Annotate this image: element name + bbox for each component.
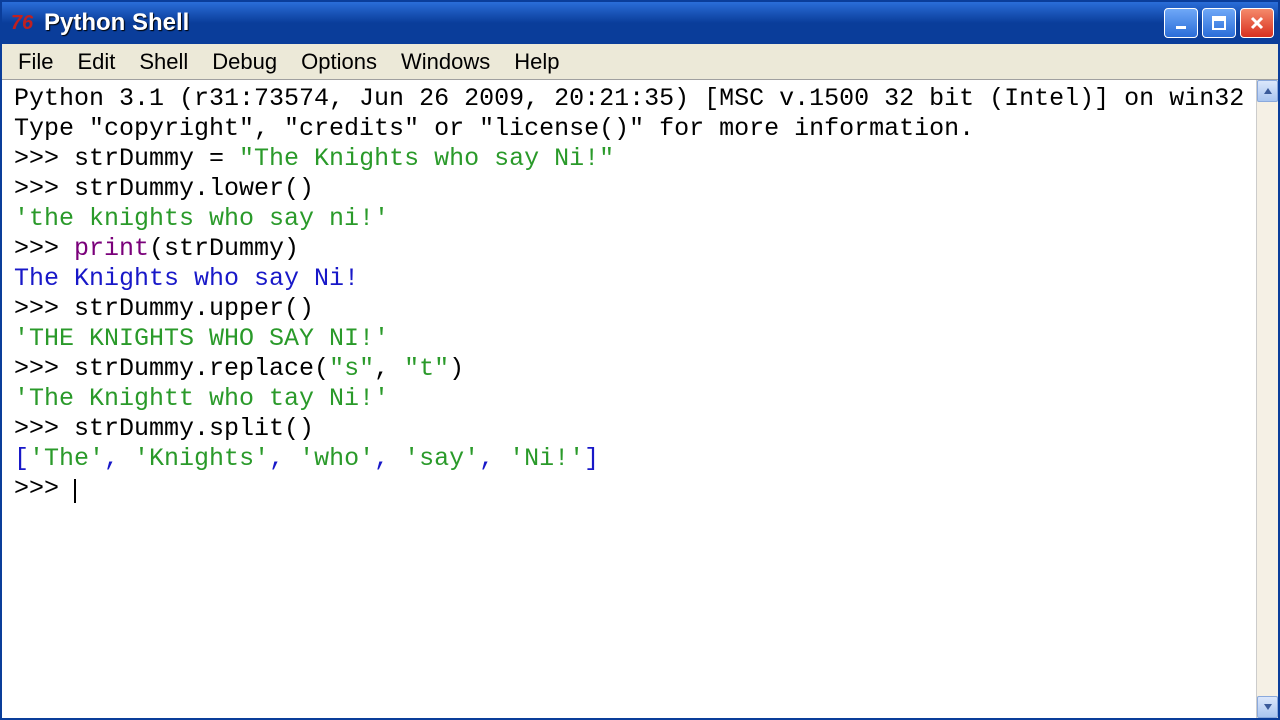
menubar: File Edit Shell Debug Options Windows He…	[2, 44, 1278, 80]
output-print: The Knights who say Ni!	[14, 264, 359, 293]
content-area: Python 3.1 (r31:73574, Jun 26 2009, 20:2…	[2, 80, 1278, 718]
string-literal: "The Knights who say Ni!"	[239, 144, 614, 173]
close-button[interactable]	[1240, 8, 1274, 38]
menu-file[interactable]: File	[6, 45, 65, 79]
output-replace: 'The Knightt who tay Ni!'	[14, 384, 389, 413]
input-replace-pre: strDummy.replace(	[74, 354, 329, 383]
python-shell-window: 76 Python Shell File Edit Shell Debug Op…	[0, 0, 1280, 720]
menu-debug[interactable]: Debug	[200, 45, 289, 79]
prompt: >>>	[14, 474, 74, 503]
window-title: Python Shell	[44, 9, 1164, 37]
prompt: >>>	[14, 234, 74, 263]
maximize-button[interactable]	[1202, 8, 1236, 38]
string-literal: "t"	[404, 354, 449, 383]
prompt: >>>	[14, 144, 74, 173]
scroll-track[interactable]	[1257, 102, 1278, 696]
shell-text[interactable]: Python 3.1 (r31:73574, Jun 26 2009, 20:2…	[2, 80, 1256, 718]
minimize-button[interactable]	[1164, 8, 1198, 38]
input-lower: strDummy.lower()	[74, 174, 314, 203]
paren-close: )	[449, 354, 464, 383]
banner-line1: Python 3.1 (r31:73574, Jun 26 2009, 20:2…	[14, 84, 1244, 113]
output-split: ['The', 'Knights', 'who', 'say', 'Ni!']	[14, 444, 599, 473]
scroll-down-button[interactable]	[1257, 696, 1278, 718]
window-controls	[1164, 8, 1274, 38]
scroll-up-button[interactable]	[1257, 80, 1278, 102]
input-print-args: (strDummy)	[149, 234, 299, 263]
prompt: >>>	[14, 294, 74, 323]
text-cursor	[74, 479, 76, 503]
input-split: strDummy.split()	[74, 414, 314, 443]
prompt: >>>	[14, 174, 74, 203]
menu-options[interactable]: Options	[289, 45, 389, 79]
output-upper: 'THE KNIGHTS WHO SAY NI!'	[14, 324, 389, 353]
output-lower: 'the knights who say ni!'	[14, 204, 389, 233]
input-assign: strDummy =	[74, 144, 239, 173]
menu-help[interactable]: Help	[502, 45, 571, 79]
string-literal: "s"	[329, 354, 374, 383]
prompt: >>>	[14, 354, 74, 383]
banner-line2: Type "copyright", "credits" or "license(…	[14, 114, 974, 143]
builtin-print: print	[74, 234, 149, 263]
vertical-scrollbar[interactable]	[1256, 80, 1278, 718]
comma: ,	[374, 354, 404, 383]
prompt: >>>	[14, 414, 74, 443]
titlebar[interactable]: 76 Python Shell	[2, 2, 1278, 44]
input-upper: strDummy.upper()	[74, 294, 314, 323]
menu-edit[interactable]: Edit	[65, 45, 127, 79]
menu-shell[interactable]: Shell	[127, 45, 200, 79]
app-icon: 76	[8, 9, 36, 37]
menu-windows[interactable]: Windows	[389, 45, 502, 79]
